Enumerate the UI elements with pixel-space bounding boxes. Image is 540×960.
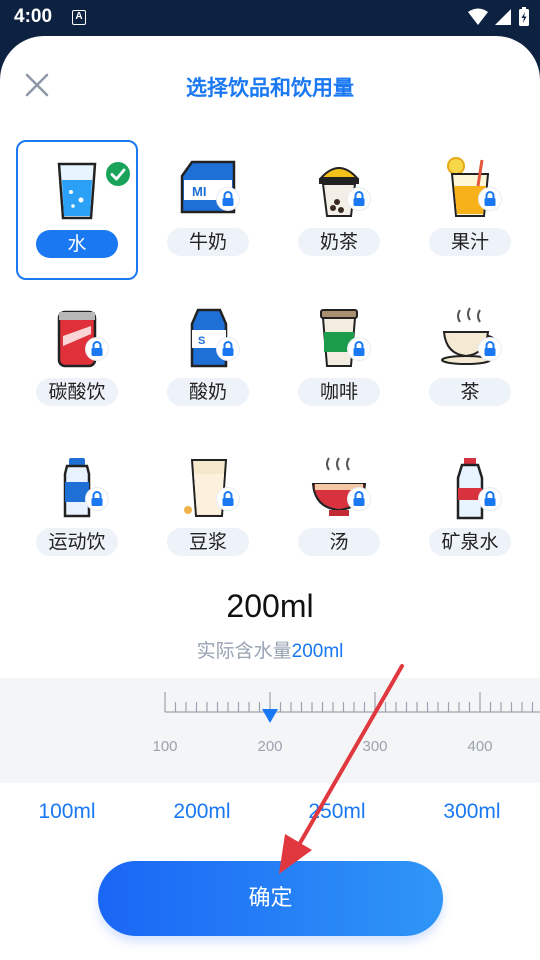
ruler-scale[interactable]: 100 200 300 400 [0, 678, 540, 783]
drink-label: 运动饮 [36, 528, 118, 556]
water-content-label: 实际含水量 [196, 640, 292, 662]
amount-ruler[interactable]: 100 200 300 400 [0, 678, 540, 783]
drink-label: 茶 [429, 378, 511, 406]
drink-label: 汤 [298, 528, 380, 556]
preset-amount-option[interactable]: 100ml [12, 800, 122, 824]
ruler-label: 200 [257, 738, 282, 755]
wifi-icon [468, 8, 488, 25]
preset-amounts: 100ml 200ml 250ml 300ml [0, 800, 540, 832]
lock-icon [348, 338, 370, 360]
drink-option[interactable]: 矿泉水 [409, 440, 531, 580]
drink-picker-sheet: 选择饮品和饮用量 水 MI 牛奶 奶茶 果汁碳酸饮 S 酸奶 咖啡 茶运动饮 豆浆 汤 矿泉水 200… [0, 36, 540, 960]
lock-icon [479, 188, 501, 210]
battery-charging-icon [519, 7, 529, 26]
drink-option[interactable]: 果汁 [409, 140, 531, 280]
lock-icon [86, 488, 108, 510]
lock-icon [479, 338, 501, 360]
lock-icon [217, 338, 239, 360]
drink-option[interactable]: 茶 [409, 290, 531, 430]
water-content: 实际含水量200ml [0, 636, 540, 663]
preset-amount-option[interactable]: 300ml [417, 800, 527, 824]
drink-option[interactable]: 汤 [278, 440, 400, 580]
lock-icon [217, 188, 239, 210]
ruler-indicator [262, 709, 278, 723]
drink-option[interactable]: 运动饮 [16, 440, 138, 580]
drink-option[interactable]: MI 牛奶 [147, 140, 269, 280]
drink-label: 酸奶 [167, 378, 249, 406]
ruler-label: 100 [152, 738, 177, 755]
drink-option[interactable]: 水 [16, 140, 138, 280]
lock-icon [479, 488, 501, 510]
dialog-title: 选择饮品和饮用量 [186, 76, 354, 100]
status-bar: 4:00 A [0, 0, 540, 36]
lock-icon [217, 488, 239, 510]
lock-icon [348, 188, 370, 210]
notification-a-icon: A [72, 10, 86, 25]
preset-amount-option[interactable]: 250ml [282, 800, 392, 824]
drink-label: 果汁 [429, 228, 511, 256]
drink-option[interactable]: 奶茶 [278, 140, 400, 280]
cell-signal-icon [495, 9, 511, 25]
drink-label: 奶茶 [298, 228, 380, 256]
drink-option[interactable]: 咖啡 [278, 290, 400, 430]
drink-option[interactable]: S 酸奶 [147, 290, 269, 430]
lock-icon [348, 488, 370, 510]
water-content-value: 200ml [291, 641, 344, 662]
drink-label: 咖啡 [298, 378, 380, 406]
selected-check-icon [106, 162, 130, 186]
confirm-button[interactable]: 确定 [98, 861, 443, 936]
svg-text:MI: MI [192, 184, 206, 199]
ruler-label: 300 [362, 738, 387, 755]
preset-amount-option[interactable]: 200ml [147, 800, 257, 824]
drink-label: 矿泉水 [429, 528, 511, 556]
drink-label: 牛奶 [167, 228, 249, 256]
drink-label: 水 [36, 230, 118, 258]
ruler-label: 400 [467, 738, 492, 755]
drink-option[interactable]: 碳酸饮 [16, 290, 138, 430]
drink-option[interactable]: 豆浆 [147, 440, 269, 580]
drink-label: 碳酸饮 [36, 378, 118, 406]
drink-label: 豆浆 [167, 528, 249, 556]
selected-amount: 200ml [226, 588, 314, 624]
lock-icon [86, 338, 108, 360]
water-glass-icon [45, 158, 109, 222]
status-time: 4:00 [14, 6, 53, 27]
svg-text:S: S [198, 335, 205, 347]
